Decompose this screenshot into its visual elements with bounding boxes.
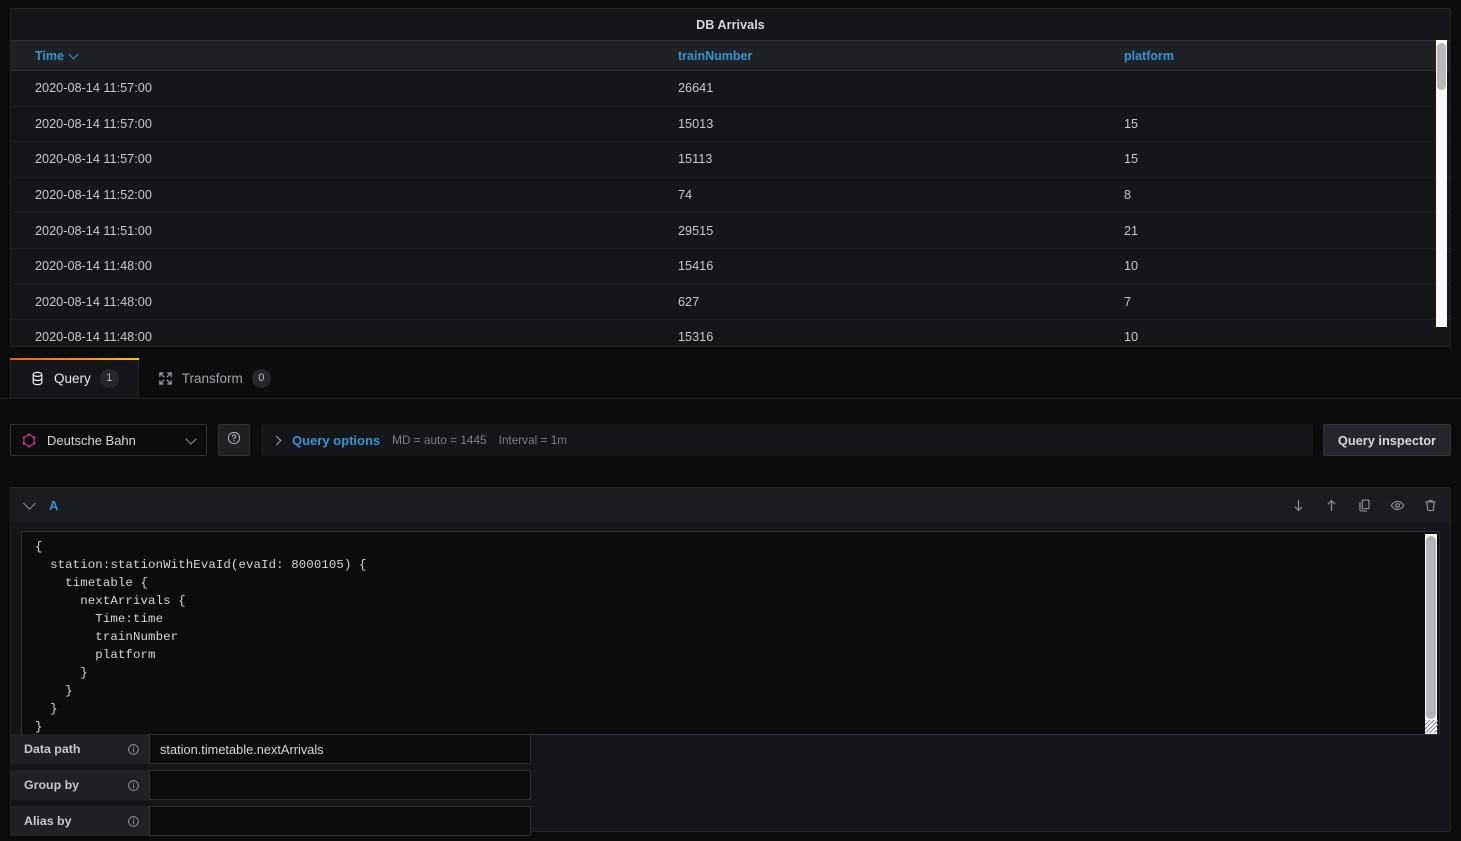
- cell-platform: 15: [1124, 116, 1139, 131]
- field-label-group-by: Group by: [10, 770, 149, 800]
- alias-by-input[interactable]: [149, 806, 531, 836]
- cell-time: 2020-08-14 11:51:00: [35, 223, 152, 238]
- cell-trainnumber: 15013: [678, 116, 714, 131]
- table-row: 2020-08-14 11:52:00 74 8: [11, 178, 1450, 214]
- datasource-picker[interactable]: Deutsche Bahn: [10, 424, 207, 456]
- field-label-data-path: Data path: [10, 734, 149, 764]
- graphql-query-editor[interactable]: { station:stationWithEvaId(evaId: 800010…: [21, 531, 1440, 735]
- chevron-down-icon[interactable]: [185, 432, 197, 445]
- duplicate-query-icon[interactable]: [1357, 498, 1372, 513]
- query-options-fields: Data path Group by: [10, 734, 570, 841]
- table-row: 2020-08-14 11:48:00 627 7: [11, 285, 1450, 321]
- panel-header: DB Arrivals: [11, 9, 1450, 40]
- cell-time: 2020-08-14 11:57:00: [35, 152, 152, 167]
- query-toolbar: Deutsche Bahn Query options MD = auto = …: [0, 420, 1461, 460]
- cell-trainnumber: 74: [678, 188, 693, 203]
- editor-tab-bar: Query 1 Transform 0: [0, 358, 1461, 399]
- info-circle-icon[interactable]: [127, 815, 140, 828]
- column-label-platform: platform: [1124, 48, 1174, 63]
- sort-descending-icon[interactable]: [70, 50, 79, 59]
- transform-icon: [158, 371, 173, 386]
- table-column-header-platform[interactable]: platform: [1124, 49, 1450, 63]
- table-visualization: Time trainNumber platform 2020-08-14 11:…: [11, 40, 1450, 346]
- cell-time: 2020-08-14 11:52:00: [35, 188, 152, 203]
- cell-platform: 8: [1124, 188, 1132, 203]
- field-label-text-data-path: Data path: [24, 742, 81, 756]
- cell-platform: 10: [1124, 330, 1139, 345]
- graphql-query-text[interactable]: { station:stationWithEvaId(evaId: 800010…: [22, 532, 1439, 734]
- editor-resize-handle[interactable]: [1425, 720, 1438, 733]
- query-inspector-button[interactable]: Query inspector: [1322, 424, 1451, 456]
- cell-platform: 10: [1124, 259, 1139, 274]
- table-row: 2020-08-14 11:57:00 26641: [11, 71, 1450, 107]
- cell-time: 2020-08-14 11:48:00: [35, 294, 152, 309]
- table-scrollbar-thumb[interactable]: [1437, 43, 1446, 90]
- table-column-header-time[interactable]: Time: [11, 49, 678, 63]
- field-row-group-by: Group by: [10, 770, 570, 800]
- remove-query-icon[interactable]: [1423, 498, 1438, 513]
- visualization-panel: DB Arrivals Time trainNumber platform 20…: [10, 8, 1451, 347]
- editor-scrollbar-thumb[interactable]: [1426, 536, 1436, 719]
- cell-time: 2020-08-14 11:57:00: [35, 81, 152, 96]
- chevron-right-icon[interactable]: [271, 435, 282, 445]
- cell-time: 2020-08-14 11:57:00: [35, 116, 152, 131]
- info-circle-icon[interactable]: [127, 779, 140, 792]
- move-query-down-icon[interactable]: [1291, 498, 1306, 513]
- datasource-name: Deutsche Bahn: [47, 432, 136, 448]
- cell-time: 2020-08-14 11:48:00: [35, 330, 152, 345]
- panel-title: DB Arrivals: [696, 17, 765, 32]
- table-row: 2020-08-14 11:51:00 29515 21: [11, 213, 1450, 249]
- max-data-points-value: MD = auto = 1445: [392, 433, 487, 447]
- graphql-logo-icon: [21, 432, 37, 448]
- move-query-up-icon[interactable]: [1324, 498, 1339, 513]
- tab-transform-label: Transform: [181, 370, 243, 386]
- table-row: 2020-08-14 11:48:00 15416 10: [11, 249, 1450, 285]
- tab-query-badge: 1: [99, 368, 119, 388]
- help-circle-icon: [226, 430, 242, 451]
- query-ref-id[interactable]: A: [49, 498, 58, 513]
- table-scrollbar[interactable]: [1436, 40, 1447, 327]
- cell-trainnumber: 15113: [678, 152, 713, 167]
- cell-time: 2020-08-14 11:48:00: [35, 259, 152, 274]
- query-row-actions: [1291, 498, 1438, 513]
- tab-transform[interactable]: Transform 0: [139, 358, 290, 398]
- table-row: 2020-08-14 11:57:00 15013 15: [11, 107, 1450, 143]
- group-by-input[interactable]: [149, 770, 531, 800]
- info-circle-icon[interactable]: [127, 743, 140, 756]
- cell-platform: 21: [1124, 223, 1139, 238]
- tab-query[interactable]: Query 1: [10, 358, 139, 398]
- field-label-alias-by: Alias by: [10, 806, 149, 836]
- table-row: 2020-08-14 11:48:00 15316 10: [11, 320, 1450, 346]
- cell-trainnumber: 627: [678, 294, 700, 309]
- table-row: 2020-08-14 11:57:00 15113 15: [11, 142, 1450, 178]
- cell-trainnumber: 26641: [678, 81, 714, 96]
- query-options-label[interactable]: Query options: [292, 433, 380, 448]
- query-row-header: A: [11, 488, 1450, 522]
- field-row-alias-by: Alias by: [10, 806, 570, 836]
- field-label-text-group-by: Group by: [24, 778, 80, 792]
- grafana-panel-edit-view: DB Arrivals Time trainNumber platform 20…: [0, 0, 1461, 841]
- toggle-query-visibility-icon[interactable]: [1390, 498, 1405, 513]
- table-body: 2020-08-14 11:57:00 26641 2020-08-14 11:57…: [11, 71, 1450, 346]
- cell-trainnumber: 15316: [678, 330, 714, 345]
- collapse-query-icon[interactable]: [23, 496, 36, 510]
- table-header-row: Time trainNumber platform: [11, 40, 1450, 71]
- table-column-header-trainnumber[interactable]: trainNumber: [678, 49, 1124, 63]
- cell-trainnumber: 15416: [678, 259, 714, 274]
- data-path-input[interactable]: [149, 734, 531, 764]
- tab-transform-badge: 0: [251, 368, 271, 388]
- field-label-text-alias-by: Alias by: [24, 814, 72, 828]
- datasource-help-button[interactable]: [218, 424, 250, 456]
- query-options-bar[interactable]: Query options MD = auto = 1445 Interval …: [261, 424, 1313, 456]
- editor-scrollbar[interactable]: [1425, 534, 1437, 734]
- interval-value: Interval = 1m: [498, 433, 568, 447]
- column-label-time: Time: [35, 48, 64, 63]
- cell-trainnumber: 29515: [678, 223, 714, 238]
- cell-platform: 7: [1124, 294, 1132, 309]
- tab-query-label: Query: [54, 370, 91, 386]
- field-row-data-path: Data path: [10, 734, 570, 764]
- database-icon: [30, 371, 45, 386]
- cell-platform: 15: [1124, 152, 1139, 167]
- column-label-trainnumber: trainNumber: [678, 48, 753, 63]
